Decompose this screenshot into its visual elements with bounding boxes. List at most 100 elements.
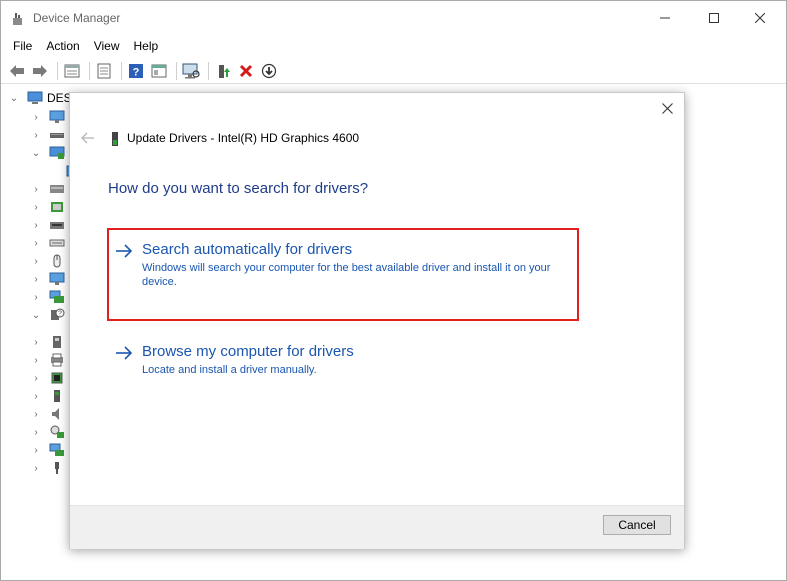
tree-category[interactable]: ›	[29, 387, 65, 405]
tree-category[interactable]: ›	[29, 369, 65, 387]
svg-text:?: ?	[58, 311, 62, 318]
browse-computer-description: Locate and install a driver manually.	[142, 364, 317, 376]
tree-category[interactable]: ›	[29, 441, 65, 459]
device-manager-window: Device Manager File Action View Help ? ⌄…	[0, 0, 787, 581]
chevron-right-icon[interactable]: ›	[29, 445, 43, 456]
maximize-button[interactable]	[691, 1, 737, 35]
network-adapter-icon	[49, 290, 64, 303]
scan-hardware-button[interactable]	[181, 61, 201, 81]
properties-sheet-button[interactable]	[149, 61, 169, 81]
toolbar: ?	[1, 58, 786, 84]
uninstall-icon	[239, 64, 253, 77]
display-adapter-icon	[49, 146, 65, 159]
chevron-down-icon[interactable]: ⌄	[29, 148, 43, 159]
back-arrow-icon	[10, 64, 24, 77]
storage-controller-icon	[50, 425, 64, 438]
device-manager-icon	[13, 13, 22, 25]
properties-sheet-icon	[151, 64, 167, 77]
usb-controller-icon	[55, 462, 59, 474]
dialog-question: How do you want to search for drivers?	[108, 180, 369, 197]
chevron-right-icon[interactable]: ›	[29, 373, 43, 384]
dialog-close-button[interactable]	[658, 99, 676, 117]
chevron-right-icon[interactable]: ›	[29, 463, 43, 474]
tree-category[interactable]: ›	[29, 333, 65, 351]
svg-text:?: ?	[133, 66, 140, 78]
toolbar-separator	[57, 61, 58, 80]
show-hide-icon	[97, 63, 111, 78]
maximize-icon	[709, 13, 719, 23]
tree-category[interactable]: ›	[29, 252, 65, 270]
dialog-footer: Cancel	[70, 505, 684, 549]
back-arrow-icon[interactable]	[80, 130, 96, 146]
menu-view[interactable]: View	[87, 35, 127, 57]
chevron-down-icon[interactable]: ⌄	[7, 93, 21, 104]
chevron-right-icon[interactable]: ›	[29, 202, 43, 213]
forward-arrow-icon	[33, 64, 47, 77]
help-button[interactable]: ?	[126, 61, 146, 81]
monitor-icon	[49, 110, 65, 123]
tree-category[interactable]: ›	[29, 288, 65, 306]
other-devices-icon: ?	[51, 308, 65, 320]
search-automatically-title[interactable]: Search automatically for drivers	[142, 241, 352, 258]
tree-category[interactable]: ›	[29, 405, 65, 423]
keyboard-icon	[49, 239, 65, 247]
chevron-right-icon[interactable]: ›	[29, 184, 43, 195]
chevron-right-icon[interactable]: ›	[29, 274, 43, 285]
show-hide-button[interactable]	[94, 61, 114, 81]
chevron-right-icon[interactable]: ›	[29, 256, 43, 267]
tree-category-expanded[interactable]: ⌄?	[29, 306, 65, 324]
help-icon: ?	[129, 63, 143, 78]
properties-icon	[64, 64, 80, 77]
properties-button[interactable]	[62, 61, 82, 81]
update-drivers-dialog: Update Drivers - Intel(R) HD Graphics 46…	[69, 92, 685, 549]
system-devices-icon	[49, 443, 64, 456]
tree-category[interactable]: ›	[29, 270, 65, 288]
tree-root[interactable]: ⌄ DES	[7, 89, 72, 107]
chevron-right-icon[interactable]: ›	[29, 292, 43, 303]
toolbar-separator	[89, 61, 90, 80]
chevron-right-icon[interactable]: ›	[29, 391, 43, 402]
tree-category[interactable]: ›	[29, 216, 65, 234]
back-button[interactable]	[7, 61, 27, 81]
update-driver-button[interactable]	[213, 61, 233, 81]
sound-icon	[52, 408, 59, 420]
chevron-right-icon[interactable]: ›	[29, 238, 43, 249]
chevron-right-icon[interactable]: ›	[29, 427, 43, 438]
menu-file[interactable]: File	[1, 35, 39, 57]
minimize-icon	[660, 17, 670, 19]
forward-button[interactable]	[30, 61, 50, 81]
tree-category[interactable]: ›	[29, 459, 65, 477]
tree-category-expanded[interactable]: ⌄	[29, 144, 65, 162]
cancel-button[interactable]: Cancel	[603, 515, 671, 535]
tree-category[interactable]: ›	[29, 108, 65, 126]
tree-category[interactable]: ›	[29, 180, 65, 198]
window-title: Device Manager	[33, 11, 121, 25]
browse-computer-title[interactable]: Browse my computer for drivers	[142, 343, 354, 360]
chevron-right-icon[interactable]: ›	[29, 409, 43, 420]
menu-action[interactable]: Action	[39, 35, 86, 57]
chevron-right-icon[interactable]: ›	[29, 130, 43, 141]
minimize-button[interactable]	[642, 1, 688, 35]
uninstall-button[interactable]	[236, 61, 256, 81]
tree-category[interactable]: ›	[29, 351, 65, 369]
tree-category[interactable]: ›	[29, 126, 65, 144]
close-button[interactable]	[737, 1, 783, 35]
hid-icon	[51, 202, 63, 212]
chevron-right-icon[interactable]: ›	[29, 112, 43, 123]
search-automatically-option[interactable]: Search automatically for drivers Windows…	[108, 241, 578, 321]
tree-category[interactable]: ›	[29, 423, 65, 441]
browse-computer-option[interactable]: Browse my computer for drivers Locate an…	[108, 343, 578, 383]
scan-hardware-icon	[182, 63, 200, 78]
chevron-down-icon[interactable]: ⌄	[29, 310, 43, 321]
chevron-right-icon[interactable]: ›	[29, 355, 43, 366]
tree-category[interactable]: ›	[29, 234, 65, 252]
disable-device-button[interactable]	[259, 61, 279, 81]
processor-icon	[51, 372, 63, 384]
tree-category[interactable]: ›	[29, 198, 65, 216]
chevron-right-icon[interactable]: ›	[29, 337, 43, 348]
arrow-right-icon	[116, 346, 133, 360]
security-device-icon	[54, 390, 60, 402]
chevron-right-icon[interactable]: ›	[29, 220, 43, 231]
menu-help[interactable]: Help	[127, 35, 166, 57]
dialog-header-title: Update Drivers - Intel(R) HD Graphics 46…	[127, 131, 360, 145]
